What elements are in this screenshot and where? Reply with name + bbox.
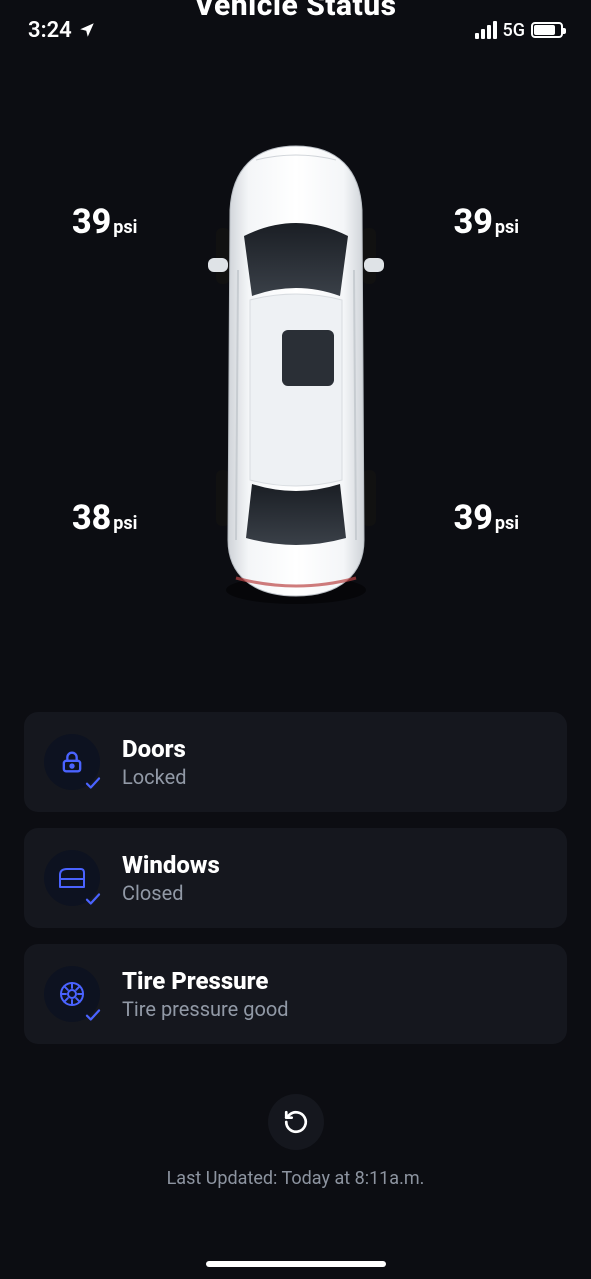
status-time: 3:24 <box>28 18 72 43</box>
check-icon <box>84 1006 102 1024</box>
tire-title: Tire Pressure <box>122 967 289 995</box>
tire-rear-left: 38psi <box>72 498 137 538</box>
tire-fl-value: 39 <box>72 202 111 242</box>
tire-front-left: 39psi <box>72 202 137 242</box>
status-bar: 3:24 5G <box>0 0 591 60</box>
windows-card[interactable]: Windows Closed <box>24 828 567 928</box>
tire-pressure-card[interactable]: Tire Pressure Tire pressure good <box>24 944 567 1044</box>
windows-text: Windows Closed <box>122 851 220 905</box>
status-time-group: 3:24 <box>28 18 96 43</box>
tire-front-right: 39psi <box>454 202 519 242</box>
windows-title: Windows <box>122 851 220 879</box>
status-cards: Doors Locked Windows Closed <box>24 712 567 1044</box>
car-top-view-icon <box>206 140 386 610</box>
refresh-icon <box>283 1109 309 1135</box>
signal-icon <box>475 21 497 39</box>
tire-rear-right: 39psi <box>454 498 519 538</box>
tire-unit: psi <box>495 217 519 238</box>
battery-icon <box>531 22 563 38</box>
tire-icon <box>44 966 100 1022</box>
tire-rr-value: 39 <box>454 498 493 538</box>
vehicle-diagram: 39psi 39psi 38psi 39psi <box>0 130 591 660</box>
tire-fr-value: 39 <box>454 202 493 242</box>
tire-rl-value: 38 <box>72 498 111 538</box>
tire-subtitle: Tire pressure good <box>122 997 289 1021</box>
lock-icon <box>44 734 100 790</box>
last-updated-label: Last Updated: Today at 8:11a.m. <box>167 1168 425 1189</box>
doors-text: Doors Locked <box>122 735 186 789</box>
doors-card[interactable]: Doors Locked <box>24 712 567 812</box>
location-icon <box>78 21 96 39</box>
home-indicator[interactable] <box>206 1261 386 1267</box>
tire-unit: psi <box>113 513 137 534</box>
check-icon <box>84 890 102 908</box>
refresh-section: Last Updated: Today at 8:11a.m. <box>0 1094 591 1189</box>
network-label: 5G <box>503 20 526 41</box>
status-right-group: 5G <box>475 20 564 41</box>
window-icon <box>44 850 100 906</box>
doors-subtitle: Locked <box>122 765 186 789</box>
tire-unit: psi <box>495 513 519 534</box>
check-icon <box>84 774 102 792</box>
doors-title: Doors <box>122 735 186 763</box>
tire-text: Tire Pressure Tire pressure good <box>122 967 289 1021</box>
refresh-button[interactable] <box>268 1094 324 1150</box>
tire-unit: psi <box>113 217 137 238</box>
windows-subtitle: Closed <box>122 881 220 905</box>
